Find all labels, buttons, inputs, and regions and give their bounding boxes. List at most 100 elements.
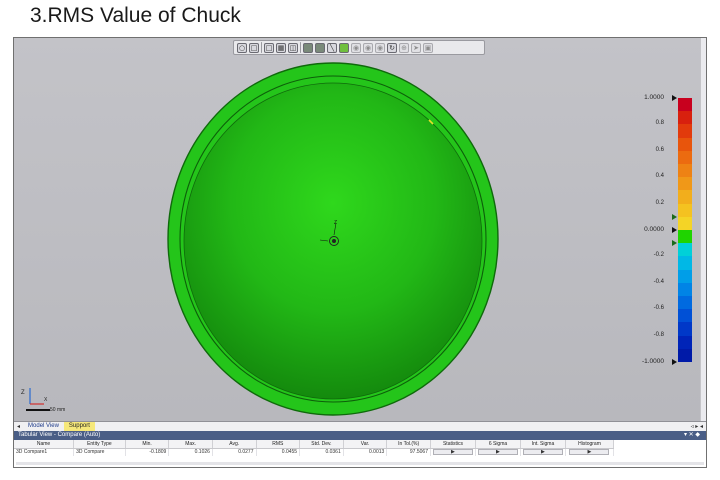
scale-limit-marker[interactable] [672, 95, 677, 101]
statistics-play-icon[interactable]: ▶ [432, 449, 473, 456]
vertical-scrollbar[interactable] [700, 38, 706, 421]
scalebar [26, 409, 50, 411]
col-histogram[interactable]: Histogram [565, 440, 615, 449]
view-cube-icon[interactable]: ○ [237, 42, 247, 53]
color-scale-band [678, 269, 692, 284]
box-icon[interactable]: □ [249, 42, 259, 53]
histogram-play-icon[interactable]: ▶ [569, 449, 610, 456]
col-min[interactable]: Min. [125, 440, 170, 449]
table-header-row: Name Entity Type Min. Max. Avg. RMS Std.… [14, 440, 615, 449]
int-sigma-play-icon[interactable]: ▶ [522, 449, 563, 456]
color-scale-label: -0.2 [653, 252, 664, 259]
circle-tool-icon[interactable]: ◉ [351, 42, 361, 53]
tab-scroll-left-icon[interactable]: ◂ [14, 423, 23, 430]
color-scale-band [678, 98, 692, 112]
cell-entity-type: 3D Compare [73, 448, 126, 456]
color-scale-label: 1.0000 [644, 94, 664, 101]
center-axis-label-y: Z [334, 220, 337, 226]
cursor-icon[interactable]: ➤ [411, 42, 421, 53]
histogram-play-button[interactable]: ▶ [565, 448, 615, 456]
color-scale-band [678, 203, 692, 218]
axis-z-label: Z [21, 390, 25, 396]
col-statistics[interactable]: Statistics [430, 440, 476, 449]
int-sigma-play-button[interactable]: ▶ [520, 448, 566, 456]
scale-limit-marker[interactable] [672, 227, 677, 233]
color-scale-band [678, 177, 692, 191]
color-scale-band [678, 216, 692, 231]
axis-x-label: X [44, 397, 48, 403]
slide-title: 3.RMS Value of Chuck [30, 4, 241, 27]
scale-limit-marker[interactable] [672, 359, 677, 365]
col-rms[interactable]: RMS [256, 440, 301, 449]
tabular-view-title: Tabular View - Compare (Auto) [18, 432, 101, 438]
cell-avg: 0.0277 [212, 448, 257, 456]
col-name[interactable]: Name [14, 440, 75, 449]
col-int-sigma[interactable]: Int. Sigma [520, 440, 566, 449]
col-in-tol[interactable]: In Tol.(%) [386, 440, 431, 449]
cell-max: 0.1026 [168, 448, 213, 456]
circle-tool-2-icon[interactable]: ◉ [363, 42, 373, 53]
tab-controls[interactable]: ◃ ▸ ◂ [688, 423, 706, 430]
col-var[interactable]: Var. [343, 440, 388, 449]
color-scale-label: -0.6 [653, 305, 664, 312]
tabular-view-controls[interactable]: ▾ ✕ ◆ [684, 431, 700, 440]
col-entity-type[interactable]: Entity Type [73, 440, 126, 449]
tolerance-marker[interactable] [672, 240, 677, 247]
color-deviation-scale: 1.0000 0.8 0.6 0.4 0.2 0.0000 -0.2 -0.4 -0.6 -0.8… [634, 94, 694, 369]
view-tabs-bar: ◂ Model View Support ◃ ▸ ◂ [14, 421, 706, 432]
six-sigma-play-icon[interactable]: ▶ [477, 449, 518, 456]
cell-in-tol: 97.5067 [386, 448, 431, 456]
toolbar-separator [300, 42, 301, 53]
statistics-play-button[interactable]: ▶ [430, 448, 476, 456]
color-scale-band [678, 164, 692, 178]
color-scale-label: -0.4 [653, 278, 664, 285]
select-icon[interactable]: □ [264, 42, 274, 53]
tab-model-view[interactable]: Model View [23, 422, 64, 432]
horizontal-scrollbar[interactable] [16, 462, 704, 465]
line-icon[interactable]: ╲ [327, 42, 337, 53]
green-square-icon[interactable] [339, 42, 349, 53]
color-scale-label: 0.6 [655, 146, 664, 153]
tabular-view-header: Tabular View - Compare (Auto) ▾ ✕ ◆ [14, 431, 706, 440]
color-scale-band [678, 243, 692, 257]
3d-viewport[interactable]: Z ○ □ □ ▦ ◫ ╲ ◉ ◉ ◉ ↻ ⊕ ➤ ▣ 1.0000 0.8 0.6… [14, 38, 706, 421]
tab-support[interactable]: Support [63, 421, 95, 432]
col-avg[interactable]: Avg. [212, 440, 257, 449]
scalebar-label: 50 mm [50, 407, 66, 413]
color-scale-band [678, 282, 692, 297]
panel-icon[interactable]: ◫ [288, 42, 298, 53]
tolerance-marker[interactable] [672, 213, 677, 220]
toolbar-separator [261, 42, 262, 53]
color-scale-band [678, 190, 692, 205]
color-scale-band [678, 150, 692, 165]
six-sigma-play-button[interactable]: ▶ [475, 448, 521, 456]
color-scale-label: 0.2 [655, 199, 664, 206]
refresh-icon[interactable]: ↻ [387, 42, 397, 53]
cell-name: 3D Compare1 [14, 448, 75, 456]
crosshair-icon[interactable]: ⊕ [399, 42, 409, 53]
grid-icon[interactable] [303, 42, 313, 53]
center-target-inner [332, 239, 336, 243]
color-scale-band [678, 322, 692, 337]
compare-results-table: Name Entity Type Min. Max. Avg. RMS Std.… [14, 440, 615, 456]
circle-tool-3-icon[interactable]: ◉ [375, 42, 385, 53]
cell-var: 0.0013 [343, 448, 388, 456]
table-row[interactable]: 3D Compare1 3D Compare -0.1809 0.1026 0.… [14, 448, 615, 456]
cell-rms: 0.0455 [256, 448, 301, 456]
lock-icon[interactable]: ▣ [423, 42, 433, 53]
layout-icon[interactable]: ▦ [276, 42, 286, 53]
col-std-dev[interactable]: Std. Dev. [299, 440, 344, 449]
application-window: Z ○ □ □ ▦ ◫ ╲ ◉ ◉ ◉ ↻ ⊕ ➤ ▣ 1.0000 0.8 0.6… [13, 37, 707, 468]
col-6-sigma[interactable]: 6 Sigma [475, 440, 521, 449]
cell-std-dev: 0.0361 [299, 448, 344, 456]
color-scale-band [678, 348, 692, 363]
color-scale-label: 0.4 [655, 173, 664, 180]
color-scale-label: 0.8 [655, 120, 664, 127]
color-scale-band [678, 124, 692, 139]
cell-min: -0.1809 [125, 448, 170, 456]
color-scale-band [678, 137, 692, 152]
color-scale-band [678, 111, 692, 125]
chuck-3d-compare-model[interactable]: Z [14, 38, 700, 421]
grid-alt-icon[interactable] [315, 42, 325, 53]
col-max[interactable]: Max. [168, 440, 213, 449]
